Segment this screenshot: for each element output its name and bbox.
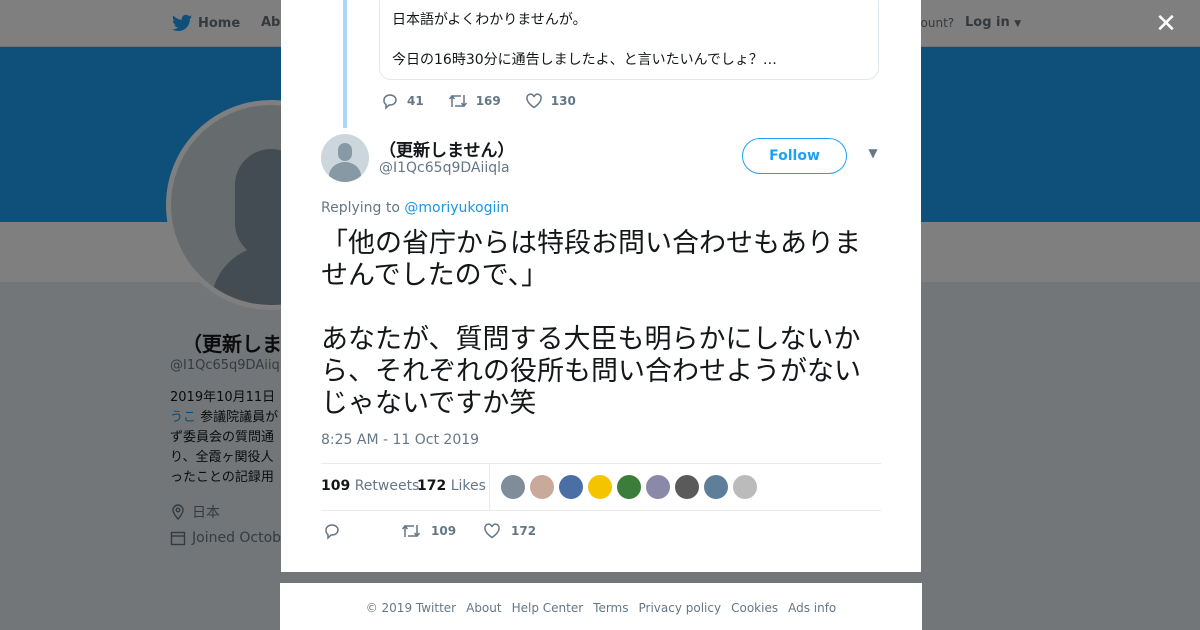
footer-link[interactable]: Ads info — [788, 601, 836, 615]
footer-link[interactable]: Terms — [593, 601, 628, 615]
retweet-count: 109 — [431, 524, 457, 538]
retweet-icon — [448, 94, 467, 108]
quoted-tweet-text: 日本語がよくわかりませんが。 — [392, 12, 587, 28]
likes-stat-label: Likes — [450, 478, 486, 494]
liker-avatar[interactable] — [646, 475, 670, 499]
reply-count: 41 — [407, 94, 424, 108]
liker-avatar[interactable] — [617, 475, 641, 499]
tweet-stats: 109 Retweets 172 Likes — [321, 463, 881, 511]
replying-to: Replying to @moriyukogiin — [321, 200, 509, 216]
replying-prefix: Replying to — [321, 200, 405, 216]
likes-stat-count: 172 — [417, 478, 447, 494]
liker-avatar[interactable] — [704, 475, 728, 499]
tweet-author-name[interactable]: （更新しません） — [379, 136, 515, 161]
heart-icon — [525, 93, 542, 109]
liker-avatar[interactable] — [588, 475, 612, 499]
like-count: 130 — [550, 94, 576, 108]
retweet-icon — [401, 524, 421, 538]
follow-button[interactable]: Follow — [742, 138, 847, 174]
retweets-stat-count: 109 — [321, 478, 351, 494]
default-avatar-head — [338, 143, 352, 161]
footer-links: © 2019 Twitter About Help Center Terms Priva… — [280, 601, 922, 615]
tweet-modal: 日本語がよくわかりませんが。 今日の16時30分に通告しましたよ、と言いたいんで… — [281, 0, 921, 572]
quoted-tweet-card[interactable]: 日本語がよくわかりませんが。 今日の16時30分に通告しましたよ、と言いたいんで… — [379, 0, 879, 80]
tweet-actions: 109 172 — [323, 522, 623, 542]
close-icon[interactable]: ✕ — [1154, 11, 1178, 37]
stats-divider — [489, 464, 490, 510]
reply-button[interactable]: 41 — [381, 92, 424, 110]
thread-connector-line — [343, 0, 347, 128]
liker-avatar[interactable] — [530, 475, 554, 499]
reply-button[interactable] — [323, 522, 341, 540]
like-button[interactable]: 130 — [525, 92, 576, 110]
footer-link[interactable]: About — [466, 601, 501, 615]
heart-icon — [484, 523, 500, 539]
previous-tweet-actions: 41 169 130 — [381, 92, 600, 110]
liker-avatar[interactable] — [559, 475, 583, 499]
copyright-text: © 2019 Twitter — [365, 601, 457, 615]
retweets-stat-label: Retweets — [354, 478, 420, 494]
likes-stat[interactable]: 172 Likes — [417, 478, 486, 494]
quoted-tweet-text: 今日の16時30分に通告しましたよ、と言いたいんでしょ？… — [392, 52, 777, 68]
liker-avatars — [501, 475, 757, 499]
retweet-count: 169 — [475, 94, 501, 108]
tweet-author-handle[interactable]: @I1Qc65q9DAiiqla — [379, 160, 510, 176]
reply-icon — [383, 94, 397, 110]
footer: © 2019 Twitter About Help Center Terms Priva… — [280, 583, 922, 630]
tweet-author-avatar[interactable] — [321, 134, 369, 182]
retweets-stat[interactable]: 109 Retweets — [321, 478, 419, 494]
liker-avatar[interactable] — [675, 475, 699, 499]
footer-link[interactable]: Cookies — [731, 601, 778, 615]
liker-avatar[interactable] — [733, 475, 757, 499]
replying-to-link[interactable]: @moriyukogiin — [404, 200, 509, 216]
like-button[interactable]: 172 — [483, 522, 536, 540]
tweet-text: 「他の省庁からは特段お問い合わせもありませんでしたので、」 あなたが、質問する大… — [321, 228, 861, 419]
like-count: 172 — [511, 524, 537, 538]
default-avatar-body — [329, 162, 361, 182]
footer-link[interactable]: Privacy policy — [639, 601, 722, 615]
chevron-down-icon[interactable]: ▼ — [866, 146, 880, 160]
reply-icon — [325, 524, 339, 540]
tweet-timestamp[interactable]: 8:25 AM - 11 Oct 2019 — [321, 432, 479, 448]
retweet-button[interactable]: 169 — [448, 92, 501, 110]
footer-link[interactable]: Help Center — [512, 601, 584, 615]
retweet-button[interactable]: 109 — [401, 522, 456, 540]
liker-avatar[interactable] — [501, 475, 525, 499]
